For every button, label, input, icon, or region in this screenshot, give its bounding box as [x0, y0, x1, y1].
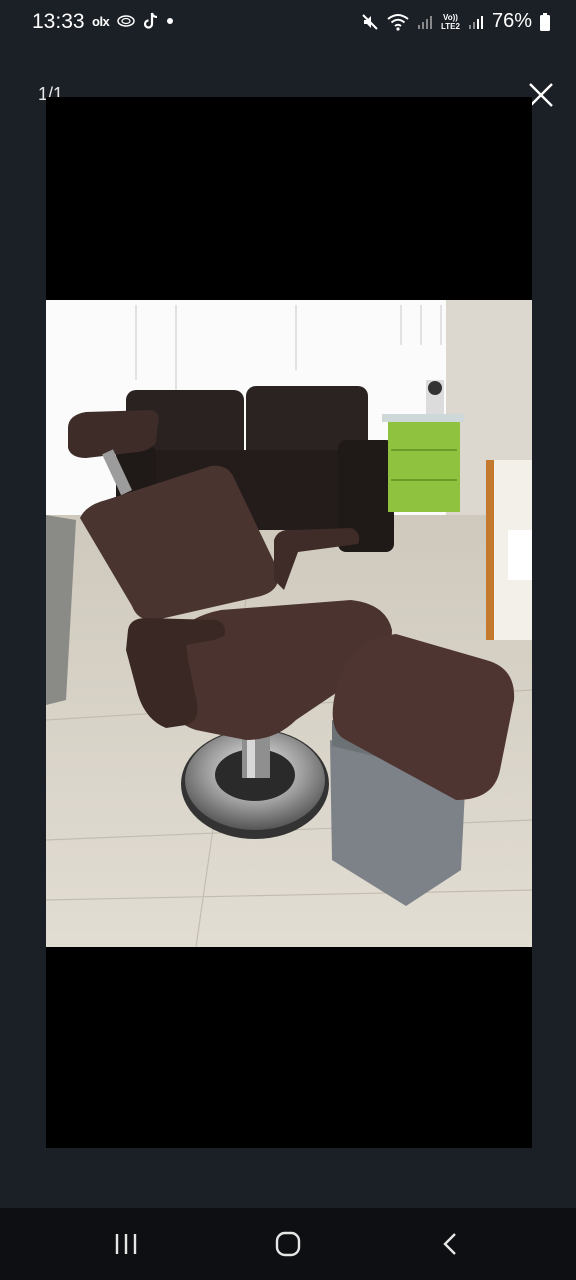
- back-button[interactable]: [420, 1226, 480, 1262]
- navigation-bar: [0, 1208, 576, 1280]
- back-icon: [443, 1233, 456, 1255]
- chair-base: [181, 729, 329, 839]
- battery-percentage: 76%: [491, 10, 532, 32]
- status-bar: 13:33 olx Vo)) LTE2 76%: [0, 0, 576, 44]
- wifi-icon: [387, 13, 409, 31]
- dot-icon: [167, 18, 174, 24]
- tiktok-icon: [144, 12, 158, 29]
- wooden-shelf: [486, 460, 532, 640]
- recent-apps-icon: [115, 1234, 137, 1254]
- olx-icon: olx: [92, 13, 110, 29]
- cloud-icon: [117, 15, 136, 27]
- system-status: Vo)) LTE2 76%: [361, 10, 550, 33]
- battery-icon: [540, 12, 550, 31]
- home-icon: [275, 1231, 301, 1257]
- recent-apps-button[interactable]: [96, 1226, 156, 1262]
- photo-frame[interactable]: [46, 97, 532, 1148]
- mute-icon: [362, 13, 378, 30]
- network-type-label: Vo)) LTE2: [441, 12, 460, 31]
- status-time: 13:33: [32, 10, 85, 33]
- home-button[interactable]: [258, 1226, 318, 1262]
- signal-icon-2: [468, 15, 483, 29]
- notification-icons: olx: [92, 12, 174, 30]
- product-photo[interactable]: [46, 300, 532, 947]
- signal-icon: [418, 15, 432, 29]
